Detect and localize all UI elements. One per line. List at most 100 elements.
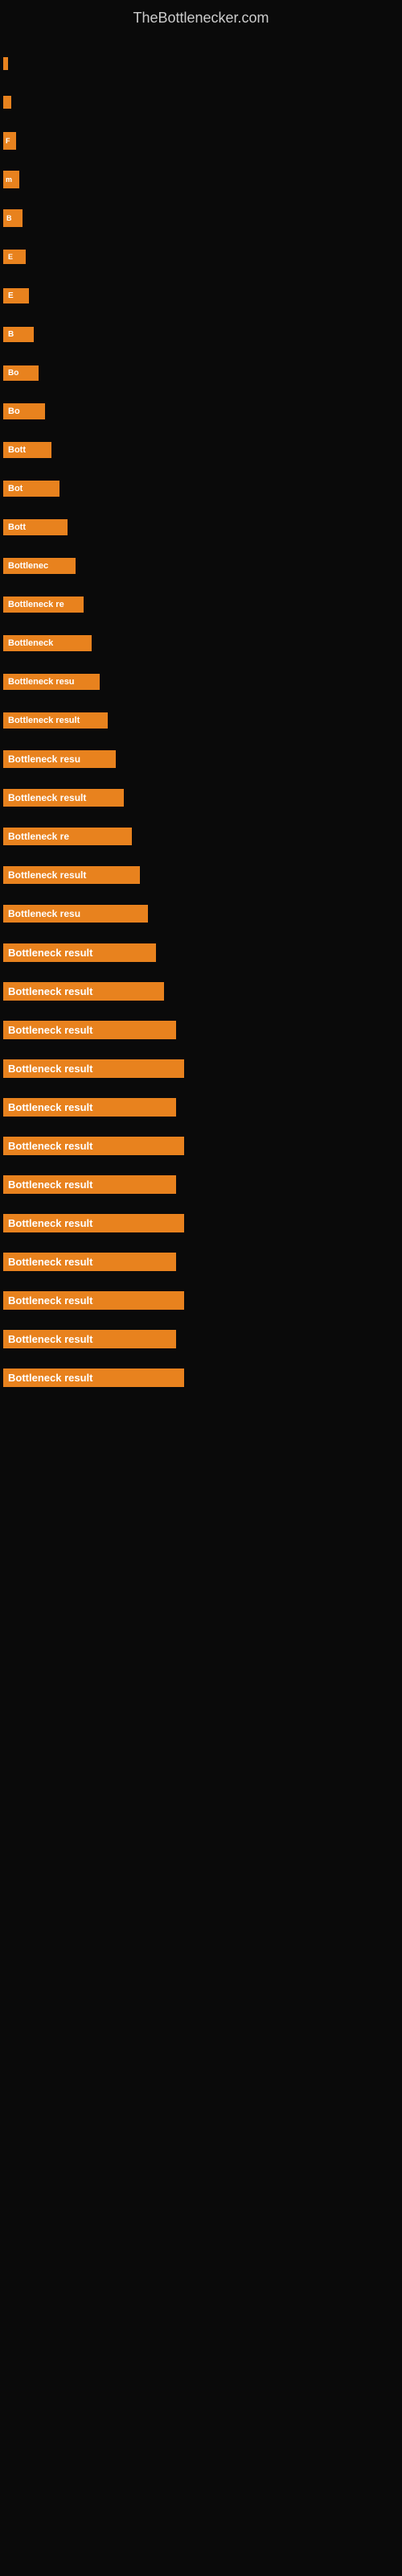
bar-label — [3, 96, 11, 109]
row-spacer — [0, 737, 402, 743]
row-spacer — [0, 41, 402, 47]
row-spacer — [0, 234, 402, 241]
bar-item: B — [0, 323, 402, 345]
bar-item: B — [0, 207, 402, 229]
bar-item: Bottleneck — [0, 632, 402, 654]
bar-item: m — [0, 168, 402, 191]
row-spacer — [0, 1162, 402, 1168]
bar-item: Bottleneck result — [0, 864, 402, 886]
row-spacer — [0, 852, 402, 859]
bar-label: Bottleneck result — [3, 982, 164, 1001]
row-spacer — [0, 312, 402, 318]
bar-item: Bott — [0, 439, 402, 461]
bar-item: Bottleneck result — [0, 1327, 402, 1350]
bar-item: Bottleneck re — [0, 593, 402, 616]
bar-label: Bottlenec — [3, 558, 76, 574]
row-spacer — [0, 1316, 402, 1323]
chart-area: FmBEEBBoBoBottBotBottBottlenecBottleneck… — [0, 33, 402, 1402]
row-spacer — [0, 775, 402, 782]
row-spacer — [0, 118, 402, 125]
row-spacer — [0, 389, 402, 395]
bar-label: B — [3, 209, 23, 227]
bar-label: Bottleneck result — [3, 1253, 176, 1271]
bar-item: Bottlenec — [0, 555, 402, 577]
row-spacer — [0, 1355, 402, 1361]
bar-item: Bottleneck resu — [0, 902, 402, 925]
bar-label: Bottleneck result — [3, 789, 124, 807]
row-spacer — [0, 1200, 402, 1207]
bar-label: Bottleneck result — [3, 1291, 184, 1310]
page-container: TheBottlenecker.com FmBEEBBoBoBottBotBot… — [0, 0, 402, 1402]
row-spacer — [0, 930, 402, 936]
row-spacer — [0, 582, 402, 588]
row-spacer — [0, 350, 402, 357]
bar-item — [0, 52, 402, 75]
row-spacer — [0, 427, 402, 434]
bar-label: Bottleneck result — [3, 1330, 176, 1348]
row-spacer — [0, 698, 402, 704]
bar-label: Bottleneck result — [3, 1368, 184, 1387]
bar-label: Bottleneck resu — [3, 674, 100, 690]
bar-label: Bottleneck result — [3, 1175, 176, 1194]
bar-label: E — [3, 250, 26, 264]
bar-label: Bottleneck re — [3, 828, 132, 845]
bar-label: Bottleneck result — [3, 1137, 184, 1155]
bar-item: Bottleneck result — [0, 1289, 402, 1311]
bar-label: Bottleneck resu — [3, 905, 148, 923]
bar-item: Bottleneck result — [0, 1250, 402, 1273]
bar-item: Bottleneck resu — [0, 748, 402, 770]
bar-label: Bottleneck re — [3, 597, 84, 613]
bar-item: F — [0, 130, 402, 152]
bar-item: E — [0, 246, 402, 268]
site-title: TheBottlenecker.com — [0, 0, 402, 33]
bar-item: Bottleneck re — [0, 825, 402, 848]
bar-item: Bo — [0, 361, 402, 384]
row-spacer — [0, 1239, 402, 1245]
bar-item: E — [0, 284, 402, 307]
bar-label: Bottleneck result — [3, 943, 156, 962]
row-spacer — [0, 273, 402, 279]
bar-label: Bottleneck resu — [3, 750, 116, 768]
row-spacer — [0, 80, 402, 86]
row-spacer — [0, 1007, 402, 1013]
bar-label: Bo — [3, 403, 45, 419]
row-spacer — [0, 891, 402, 898]
bar-item: Bottleneck result — [0, 1366, 402, 1389]
bar-item: Bottleneck result — [0, 786, 402, 809]
bar-item: Bottleneck result — [0, 980, 402, 1002]
bar-label: Bott — [3, 519, 68, 535]
bar-label: E — [3, 288, 29, 303]
row-spacer — [0, 1084, 402, 1091]
bar-item: Bottleneck result — [0, 1173, 402, 1195]
row-spacer — [0, 543, 402, 550]
row-spacer — [0, 621, 402, 627]
bar-item: Bottleneck resu — [0, 671, 402, 693]
bar-item: Bottleneck result — [0, 1212, 402, 1234]
row-spacer — [0, 1278, 402, 1284]
bar-label: F — [3, 132, 16, 150]
bar-item — [0, 91, 402, 114]
bar-label: Bottleneck result — [3, 866, 140, 884]
bar-item: Bot — [0, 477, 402, 500]
bar-label — [3, 57, 8, 70]
bar-item: Bottleneck result — [0, 1134, 402, 1157]
bar-label: Bottleneck result — [3, 1021, 176, 1039]
row-spacer — [0, 1046, 402, 1052]
row-spacer — [0, 968, 402, 975]
bar-label: Bottleneck — [3, 635, 92, 651]
bar-label: Bot — [3, 481, 59, 497]
bar-item: Bo — [0, 400, 402, 423]
row-spacer — [0, 466, 402, 473]
bar-item: Bottleneck result — [0, 709, 402, 732]
bar-label: Bottleneck result — [3, 1214, 184, 1232]
bar-label: Bo — [3, 365, 39, 381]
bar-item: Bottleneck result — [0, 1018, 402, 1041]
bar-item: Bottleneck result — [0, 1057, 402, 1080]
bar-item: Bottleneck result — [0, 941, 402, 964]
row-spacer — [0, 659, 402, 666]
bar-label: Bottleneck result — [3, 1059, 184, 1078]
bar-label: Bottleneck result — [3, 1098, 176, 1117]
bar-label: B — [3, 327, 34, 342]
row-spacer — [0, 157, 402, 163]
row-spacer — [0, 1123, 402, 1129]
